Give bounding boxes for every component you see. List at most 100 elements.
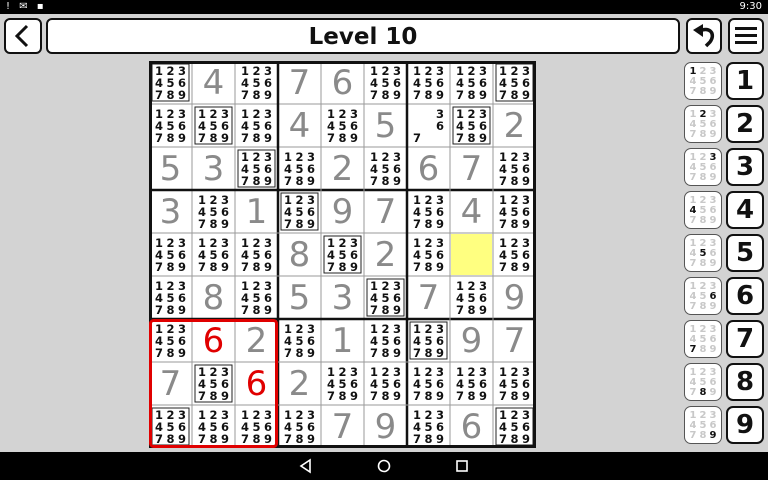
candidate-key-3[interactable]: 123456789 (684, 148, 722, 186)
sudoku-cell[interactable]: 9 (504, 278, 526, 318)
sudoku-cell[interactable]: 1 2 34 5 67 8 9 (413, 236, 444, 274)
sudoku-cell[interactable]: 6 (418, 149, 440, 189)
sudoku-cell[interactable]: 1 2 34 5 67 8 9 (155, 322, 186, 360)
sudoku-cell[interactable]: 1 2 34 5 67 8 9 (327, 365, 358, 403)
sudoku-cell[interactable]: 1 2 34 5 67 8 9 (155, 279, 186, 317)
back-button[interactable] (4, 18, 42, 54)
sudoku-cell[interactable]: 1 2 34 5 67 8 9 (499, 365, 530, 403)
number-key-5[interactable]: 5 (726, 234, 764, 272)
sudoku-cell[interactable]: 1 2 34 5 67 8 9 (370, 322, 401, 360)
number-key-9[interactable]: 9 (726, 406, 764, 444)
sudoku-cell[interactable]: 6 (332, 63, 354, 103)
sudoku-cell[interactable]: 1 2 34 5 67 8 9 (499, 193, 530, 231)
candidate-key-8[interactable]: 123456789 (684, 363, 722, 401)
sudoku-cell[interactable]: 1 (246, 192, 268, 232)
sudoku-cell[interactable]: 1 2 34 5 67 8 9 (323, 235, 362, 274)
sudoku-cell[interactable]: 1 2 34 5 67 8 9 (241, 64, 272, 102)
sudoku-cell[interactable]: 1 2 34 5 67 8 9 (327, 107, 358, 145)
sudoku-cell[interactable]: 4 (203, 63, 225, 103)
sudoku-cell[interactable]: 1 2 34 5 67 8 9 (370, 365, 401, 403)
sudoku-cell[interactable]: 1 2 34 5 67 8 9 (413, 64, 444, 102)
sudoku-cell[interactable]: 5 (160, 149, 182, 189)
sudoku-cell[interactable]: 1 2 34 5 67 8 9 (198, 408, 229, 446)
sudoku-cell[interactable]: 6 (461, 407, 483, 447)
sudoku-cell[interactable]: 2 (289, 364, 311, 404)
sudoku-cell[interactable]: 1 2 34 5 67 8 9 (495, 63, 534, 102)
sudoku-cell[interactable]: 1 2 34 5 67 8 9 (194, 106, 233, 145)
number-key-6[interactable]: 6 (726, 277, 764, 315)
sudoku-cell[interactable]: 1 2 34 5 67 8 9 (237, 149, 276, 188)
number-key-3[interactable]: 3 (726, 148, 764, 186)
sudoku-cell[interactable]: 1 2 34 5 67 8 9 (499, 236, 530, 274)
nav-back-icon[interactable] (298, 458, 314, 474)
sudoku-cell[interactable]: 1 2 34 5 67 8 9 (198, 193, 229, 231)
nav-recents-icon[interactable] (454, 458, 470, 474)
number-key-8[interactable]: 8 (726, 363, 764, 401)
sudoku-cell[interactable]: 1 2 34 5 67 8 9 (413, 365, 444, 403)
sudoku-cell[interactable]: 1 2 34 5 67 8 9 (280, 192, 319, 231)
candidate-key-7[interactable]: 123456789 (684, 320, 722, 358)
sudoku-cell[interactable]: 2 (375, 235, 397, 275)
sudoku-cell[interactable]: 1 2 34 5 67 8 9 (452, 106, 491, 145)
sudoku-cell[interactable]: 1 2 34 5 67 8 9 (284, 150, 315, 188)
candidate-key-6[interactable]: 123456789 (684, 277, 722, 315)
sudoku-cell[interactable]: 7 (461, 149, 483, 189)
sudoku-cell[interactable]: 9 (461, 321, 483, 361)
sudoku-cell[interactable]: 1 2 34 5 67 8 9 (194, 364, 233, 403)
number-key-7[interactable]: 7 (726, 320, 764, 358)
candidate-key-4[interactable]: 123456789 (684, 191, 722, 229)
sudoku-cell[interactable]: 1 2 34 5 67 8 9 (456, 365, 487, 403)
sudoku-cell[interactable]: 1 2 34 5 67 8 9 (151, 407, 190, 446)
sudoku-cell[interactable]: 5 (375, 106, 397, 146)
sudoku-cell[interactable]: 1 2 34 5 67 8 9 (155, 236, 186, 274)
sudoku-grid[interactable]: 1 2 34 5 67 8 9 4 1 2 34 5 67 8 9 7 6 1 2 34 5 67 8 91 2 34 5 67 8 91… (149, 61, 536, 448)
sudoku-cell[interactable]: 1 2 34 5 67 8 9 (198, 236, 229, 274)
candidate-key-5[interactable]: 123456789 (684, 234, 722, 272)
sudoku-cell[interactable]: 1 2 34 5 67 8 9 (370, 150, 401, 188)
sudoku-cell[interactable]: 3 (203, 149, 225, 189)
candidate-key-9[interactable]: 123456789 (684, 406, 722, 444)
sudoku-cell[interactable]: 1 2 34 5 67 8 9 (366, 278, 405, 317)
sudoku-cell[interactable]: 1 2 34 5 67 8 9 (155, 107, 186, 145)
sudoku-cell[interactable]: 7 (418, 278, 440, 318)
number-key-4[interactable]: 4 (726, 191, 764, 229)
sudoku-cell[interactable]: 2 (246, 321, 268, 361)
sudoku-cell[interactable]: 1 2 34 5 67 8 9 (456, 64, 487, 102)
nav-home-icon[interactable] (376, 458, 392, 474)
sudoku-cell[interactable]: 6 (246, 364, 268, 404)
sudoku-cell[interactable]: 6 (203, 321, 225, 361)
candidate-key-1[interactable]: 123456789 (684, 62, 722, 100)
sudoku-cell[interactable]: 5 (289, 278, 311, 318)
sudoku-cell[interactable]: 1 2 34 5 67 8 9 (495, 407, 534, 446)
menu-button[interactable] (728, 18, 764, 54)
candidate-key-2[interactable]: 123456789 (684, 105, 722, 143)
sudoku-cell[interactable]: 1 2 34 5 67 8 9 (284, 322, 315, 360)
sudoku-cell[interactable]: 8 (203, 278, 225, 318)
sudoku-cell[interactable]: 2 (504, 106, 526, 146)
sudoku-cell[interactable]: 4 (289, 106, 311, 146)
sudoku-cell[interactable]: 367 (413, 107, 444, 145)
sudoku-board[interactable]: 1234567894123456789761234567891234567891… (149, 61, 536, 448)
sudoku-cell[interactable]: 1 2 34 5 67 8 9 (456, 279, 487, 317)
sudoku-cell[interactable]: 9 (332, 192, 354, 232)
sudoku-cell[interactable]: 1 2 34 5 67 8 9 (241, 236, 272, 274)
number-key-2[interactable]: 2 (726, 105, 764, 143)
sudoku-cell[interactable]: 1 2 34 5 67 8 9 (370, 64, 401, 102)
sudoku-cell[interactable]: 4 (461, 192, 483, 232)
sudoku-cell[interactable]: 7 (289, 63, 311, 103)
sudoku-cell[interactable]: 1 2 34 5 67 8 9 (241, 279, 272, 317)
sudoku-cell[interactable]: 7 (504, 321, 526, 361)
sudoku-cell[interactable]: 1 2 34 5 67 8 9 (413, 193, 444, 231)
sudoku-cell[interactable]: 7 (375, 192, 397, 232)
sudoku-cell[interactable]: 3 (160, 192, 182, 232)
undo-button[interactable] (686, 18, 722, 54)
sudoku-cell[interactable]: 7 (332, 407, 354, 447)
sudoku-cell[interactable]: 3 (332, 278, 354, 318)
sudoku-cell[interactable]: 1 2 34 5 67 8 9 (413, 408, 444, 446)
number-key-1[interactable]: 1 (726, 62, 764, 100)
sudoku-cell[interactable]: 1 2 34 5 67 8 9 (284, 408, 315, 446)
sudoku-cell[interactable]: 7 (160, 364, 182, 404)
sudoku-cell[interactable]: 1 2 34 5 67 8 9 (499, 150, 530, 188)
sudoku-cell[interactable]: 8 (289, 235, 311, 275)
sudoku-cell[interactable]: 1 2 34 5 67 8 9 (151, 63, 190, 102)
